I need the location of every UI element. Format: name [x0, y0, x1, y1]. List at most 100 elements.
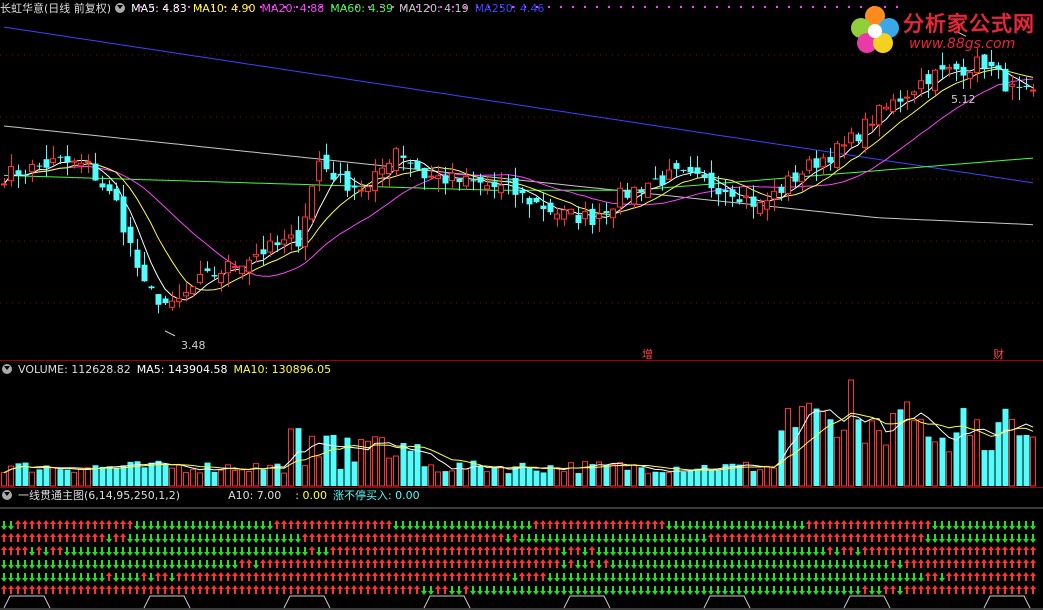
- arrow-up-icon: [36, 533, 42, 542]
- top-marker-dot: [596, 6, 598, 8]
- event-tag-cai[interactable]: 财: [993, 346, 1004, 362]
- arrow-up-icon: [981, 572, 987, 581]
- arrow-down-icon: [176, 534, 182, 543]
- arrow-up-icon: [498, 546, 504, 555]
- arrow-up-icon: [974, 546, 980, 555]
- candle-up: [71, 160, 77, 163]
- arrow-up-icon: [365, 585, 371, 594]
- event-tag-zeng[interactable]: 增: [642, 346, 653, 362]
- arrow-down-icon: [848, 586, 854, 595]
- volume-bar-up: [869, 420, 875, 487]
- arrow-down-icon: [876, 586, 882, 595]
- arrow-down-icon: [897, 586, 903, 595]
- arrow-down-icon: [302, 547, 308, 556]
- arrow-up-icon: [323, 585, 329, 594]
- arrow-down-icon: [967, 521, 973, 530]
- arrow-down-icon: [183, 547, 189, 556]
- arrow-up-icon: [386, 533, 392, 542]
- arrow-up-icon: [330, 520, 336, 529]
- arrow-down-icon: [981, 534, 987, 543]
- arrow-up-icon: [365, 520, 371, 529]
- dropdown-icon[interactable]: [2, 490, 12, 500]
- arrow-down-icon: [428, 586, 434, 595]
- arrow-up-icon: [414, 572, 420, 581]
- high-price-label: 5.12: [951, 93, 976, 106]
- volume-bar-down: [981, 450, 988, 486]
- arrow-up-icon: [449, 533, 455, 542]
- arrow-down-icon: [78, 560, 84, 569]
- volume-bar-up: [435, 471, 441, 487]
- arrow-up-icon: [302, 559, 308, 568]
- arrow-down-icon: [995, 521, 1001, 530]
- volume-bar-down: [960, 408, 967, 486]
- candle-down: [701, 174, 708, 179]
- arrow-up-icon: [967, 559, 973, 568]
- arrow-up-icon: [491, 546, 497, 555]
- arrow-down-icon: [526, 521, 532, 530]
- candle-up: [386, 162, 392, 175]
- volume-bar-down: [330, 434, 337, 486]
- volume-bar-up: [617, 462, 623, 487]
- arrow-down-icon: [183, 560, 189, 569]
- arrow-up-icon: [512, 533, 518, 542]
- arrow-up-icon: [323, 572, 329, 581]
- volume-bar-up: [197, 472, 203, 487]
- arrow-down-icon: [253, 547, 259, 556]
- arrow-up-icon: [134, 585, 140, 594]
- volume-bar-down: [750, 470, 757, 486]
- trend-bracket: [563, 595, 611, 609]
- arrow-down-icon: [162, 534, 168, 543]
- arrow-up-icon: [1002, 559, 1008, 568]
- candle-down: [778, 186, 785, 193]
- dropdown-icon[interactable]: [115, 3, 126, 13]
- candle-down: [260, 249, 267, 255]
- arrow-up-icon: [1016, 572, 1022, 581]
- candle-up: [862, 118, 868, 148]
- arrow-down-icon: [694, 521, 700, 530]
- arrow-up-icon: [316, 520, 322, 529]
- arrow-down-icon: [617, 573, 623, 582]
- arrow-up-icon: [988, 585, 994, 594]
- arrow-down-icon: [113, 560, 119, 569]
- candle-down: [64, 156, 71, 162]
- arrow-down-icon: [617, 586, 623, 595]
- arrow-down-icon: [918, 573, 924, 582]
- arrow-down-icon: [631, 534, 637, 543]
- arrow-down-icon: [827, 560, 833, 569]
- arrow-up-icon: [15, 546, 21, 555]
- arrow-up-icon: [372, 533, 378, 542]
- arrow-down-icon: [85, 560, 91, 569]
- arrow-down-icon: [645, 547, 651, 556]
- arrow-up-icon: [442, 559, 448, 568]
- arrow-down-icon: [295, 534, 301, 543]
- candle-down: [407, 162, 414, 164]
- volume-bar-up: [428, 464, 434, 487]
- logo-url: www.88gs.com: [909, 36, 1016, 52]
- dropdown-icon[interactable]: [2, 364, 12, 374]
- volume-bar-up: [253, 463, 259, 487]
- arrow-up-icon: [925, 585, 931, 594]
- arrow-up-icon: [260, 585, 266, 594]
- volume-bar-down: [540, 472, 547, 486]
- arrow-down-icon: [568, 573, 574, 582]
- arrow-down-icon: [596, 534, 602, 543]
- candle-down: [603, 211, 610, 214]
- arrow-up-icon: [1002, 585, 1008, 594]
- arrow-up-icon: [995, 546, 1001, 555]
- arrow-down-icon: [743, 560, 749, 569]
- arrow-down-icon: [134, 534, 140, 543]
- arrow-up-icon: [743, 533, 749, 542]
- arrow-up-icon: [120, 585, 126, 594]
- arrow-down-icon: [421, 521, 427, 530]
- volume-bar-down: [295, 428, 302, 486]
- arrow-down-icon: [148, 534, 154, 543]
- arrow-down-icon: [652, 573, 658, 582]
- chart-canvas[interactable]: [0, 0, 1043, 610]
- candle-down: [351, 185, 358, 188]
- arrow-up-icon: [1, 533, 7, 542]
- a10-value: A10: 7.00: [228, 489, 282, 502]
- arrow-up-icon: [428, 559, 434, 568]
- volume-bar-up: [281, 472, 287, 487]
- arrow-down-icon: [8, 560, 14, 569]
- arrow-up-icon: [400, 572, 406, 581]
